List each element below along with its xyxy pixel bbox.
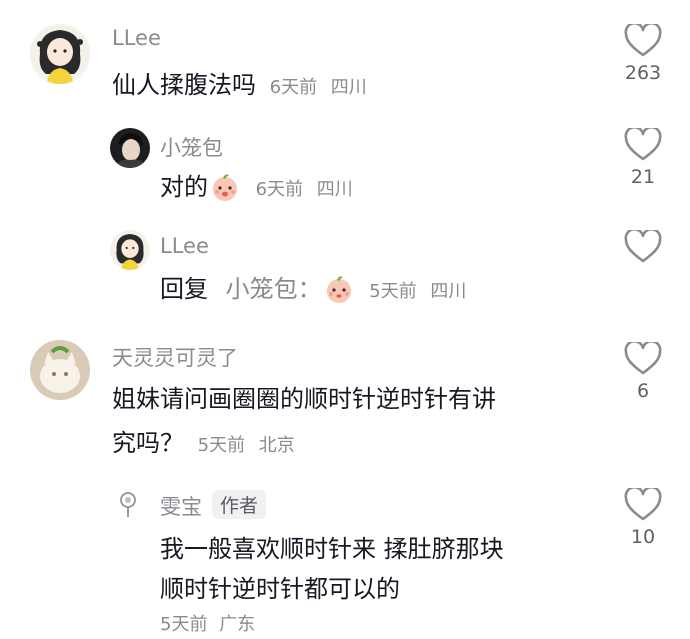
- comment-location: 北京: [258, 435, 295, 456]
- avatar[interactable]: [110, 230, 150, 270]
- like-count: 263: [624, 62, 662, 84]
- comment-text: 仙人揉腹法吗 6天前 四川: [112, 66, 367, 107]
- comment-author[interactable]: LLee: [160, 234, 209, 258]
- comment-time: 5天前: [160, 614, 208, 635]
- avatar[interactable]: [112, 488, 144, 520]
- like-button[interactable]: 6: [613, 342, 673, 402]
- heart-outline-icon: [624, 24, 662, 57]
- heart-outline-icon: [624, 488, 662, 521]
- heart-outline-icon: [624, 230, 662, 263]
- like-button[interactable]: 263: [613, 24, 673, 84]
- avatar[interactable]: [30, 24, 90, 84]
- comment-item: LLee 仙人揉腹法吗 6天前 四川 263: [0, 0, 690, 120]
- comment-text-line1: 姐妹请问画圈圈的顺时针逆时针有讲: [112, 385, 496, 413]
- comment-author: 雯宝 作者: [160, 490, 267, 521]
- like-button[interactable]: 21: [613, 128, 673, 188]
- avatar[interactable]: [30, 340, 90, 400]
- comment-author[interactable]: LLee: [112, 26, 161, 50]
- comment-meta: 5天前 广东: [160, 610, 255, 636]
- heart-outline-icon: [624, 342, 662, 375]
- comment-text-line1: 我一般喜欢顺时针来 揉肚脐那块: [160, 535, 504, 563]
- comment-item: 天灵灵可灵了 姐妹请问画圈圈的顺时针逆时针有讲 究吗？ 5天前 北京 6: [0, 330, 690, 470]
- reply-item: LLee 回复 小笼包： 5天前 四川: [0, 222, 690, 322]
- comment-location: 四川: [316, 179, 353, 200]
- avatar-girl-icon: [30, 24, 90, 84]
- author-badge: 作者: [212, 490, 267, 519]
- reply-item: 雯宝 作者 我一般喜欢顺时针来 揉肚脐那块 顺时针逆时针都可以的 5天前 广东 1…: [0, 478, 690, 639]
- like-button[interactable]: 10: [613, 488, 673, 548]
- comment-location: 四川: [430, 281, 467, 302]
- avatar[interactable]: [110, 128, 150, 168]
- avatar-pin-icon: [112, 488, 144, 520]
- comment-text: 回复 小笼包： 5天前 四川: [160, 270, 466, 315]
- comment-time: 6天前: [269, 77, 318, 98]
- comment-time: 6天前: [255, 179, 304, 200]
- peach-face-emoji: [210, 172, 240, 213]
- comment-body: 仙人揉腹法吗: [112, 71, 256, 99]
- comment-time: 5天前: [197, 435, 246, 456]
- avatar-man-icon: [110, 128, 150, 168]
- comment-body: 究吗？: [112, 429, 184, 457]
- comment-text-line2: 究吗？ 5天前 北京: [112, 424, 295, 465]
- heart-outline-icon: [624, 128, 662, 161]
- reply-item: 小笼包 对的 6天前 四川 21: [0, 120, 690, 220]
- comment-time: 5天前: [369, 281, 417, 302]
- avatar-girl-icon: [110, 230, 150, 270]
- comment-text-line2: 顺时针逆时针都可以的: [160, 575, 400, 603]
- like-count: 6: [636, 380, 650, 402]
- comment-location: 广东: [219, 614, 256, 635]
- reply-to-name[interactable]: 小笼包：: [226, 275, 322, 303]
- like-count: 21: [630, 166, 656, 188]
- comment-location: 四川: [330, 77, 367, 98]
- reply-label: 回复: [160, 275, 208, 303]
- comment-body: 对的: [160, 173, 208, 201]
- like-count: 10: [630, 526, 656, 548]
- author-name[interactable]: 雯宝: [160, 495, 202, 519]
- like-button[interactable]: [613, 230, 673, 264]
- avatar-cat-icon: [30, 340, 90, 400]
- comment-text: 对的 6天前 四川: [160, 168, 353, 213]
- comment-author[interactable]: 小笼包: [160, 132, 223, 162]
- comment-author[interactable]: 天灵灵可灵了: [112, 342, 238, 372]
- peach-face-emoji: [324, 274, 354, 315]
